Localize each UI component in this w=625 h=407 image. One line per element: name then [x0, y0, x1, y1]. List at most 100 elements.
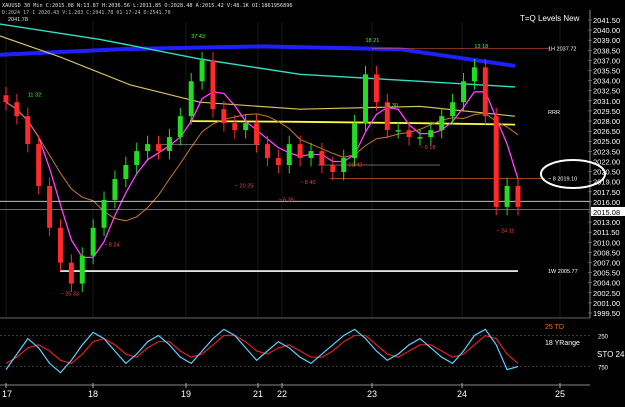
y-tick-label: 2017.50 — [593, 188, 620, 197]
right-level-label: RRR — [548, 110, 560, 116]
candle-body — [395, 130, 401, 132]
candle-body — [297, 144, 303, 159]
candle-body — [406, 130, 412, 138]
price-annotation: ~ 24 11 — [496, 229, 514, 235]
candle-body — [25, 116, 31, 145]
right-level-label: 1W 2005.77 — [548, 269, 578, 275]
y-tick-label: 2005.50 — [593, 269, 620, 278]
candle-body — [145, 144, 151, 152]
candle-body — [210, 60, 216, 110]
price-annotation: ~ 25 33 — [60, 291, 79, 297]
x-tick-label: 22 — [277, 389, 287, 399]
candle-body — [450, 102, 456, 117]
candle-body — [493, 116, 499, 207]
y-tick-label: 2025.00 — [593, 137, 620, 146]
candle-body — [90, 227, 96, 256]
price-chart: 11 32 37 43 18 21 13 18 ~ 25 33 ~ 20 25 ~ 8 40… — [0, 0, 625, 403]
candle-body — [308, 151, 314, 159]
candle-body — [471, 67, 477, 82]
price-annotation: 5 30 — [387, 103, 398, 109]
osc-tick-label: 250 — [598, 335, 609, 341]
candle-body — [123, 165, 129, 179]
candle-body — [112, 178, 118, 200]
y-tick-label: 2010.00 — [593, 238, 620, 247]
y-tick-label: 2035.50 — [593, 67, 620, 76]
y-tick-label: 2020.50 — [593, 168, 620, 177]
candle-body — [352, 123, 358, 159]
x-tick-label: 19 — [181, 389, 191, 399]
y-tick-label: 2008.50 — [593, 248, 620, 257]
y-tick-label: 2023.50 — [593, 147, 620, 156]
price-annotation: 13 18 — [474, 44, 488, 50]
price-annotation: ~ 8 24 — [104, 243, 119, 249]
x-tick-label: 24 — [457, 389, 467, 399]
candle-body — [199, 60, 205, 82]
osc-tick-label: 750 — [598, 366, 609, 372]
price-annotation: ~ 6 18 — [420, 145, 435, 151]
candle-body — [461, 81, 467, 103]
candle-body — [482, 67, 488, 117]
price-annotation: 18 21 — [365, 38, 379, 44]
y-tick-label: 2028.00 — [593, 117, 620, 126]
candle-body — [134, 151, 140, 166]
candle-body — [504, 185, 510, 207]
candle-body — [439, 116, 445, 131]
y-tick-label: 2032.50 — [593, 87, 620, 96]
y-tick-label: 2031.00 — [593, 97, 620, 106]
x-tick-label: 21 — [253, 389, 263, 399]
candle-body — [3, 95, 9, 103]
y-tick-label: 2026.50 — [593, 127, 620, 136]
candle-body — [264, 144, 270, 159]
candle-body — [319, 151, 325, 166]
candle-body — [57, 227, 63, 263]
candle-body — [188, 81, 194, 117]
candle-body — [330, 165, 336, 172]
candle-body — [428, 130, 434, 138]
candle-body — [14, 102, 20, 117]
price-annotation: 11 32 — [28, 93, 41, 99]
y-tick-label: 2034.00 — [593, 77, 620, 86]
candle-body — [275, 158, 281, 166]
y-tick-label: 2007.00 — [593, 258, 620, 267]
price-annotation: ~ 20 25 — [235, 183, 254, 189]
x-tick-label: 17 — [2, 389, 12, 399]
y-tick-label: 2041.50 — [593, 16, 620, 25]
y-tick-label: 2001.00 — [593, 299, 620, 308]
y-tick-label: 2004.00 — [593, 279, 620, 288]
price-annotation: 37 43 — [191, 34, 205, 40]
y-tick-label: 2013.00 — [593, 218, 620, 227]
x-tick-label: 23 — [367, 389, 377, 399]
candle-body — [101, 199, 107, 228]
price-annotation: ~ 19 42 — [344, 162, 363, 168]
y-tick-label: 2029.50 — [593, 107, 620, 116]
price-annotation: ~ 6 35 — [278, 197, 293, 203]
candle-body — [254, 123, 260, 145]
candle-body — [68, 262, 74, 284]
osc-legend-yrange: 18 YRange — [545, 340, 580, 347]
y-tick-label: 2037.00 — [593, 56, 620, 65]
right-level-label: ~ 8 2019.10 — [548, 176, 577, 182]
right-level-label: 1H 2037.72 — [548, 47, 576, 53]
candle-body — [515, 185, 521, 207]
candle-body — [286, 144, 292, 166]
x-tick-label: 18 — [88, 389, 98, 399]
candle-body — [36, 144, 42, 186]
y-tick-label: 2015.08 — [593, 208, 620, 217]
candle-body — [221, 109, 227, 124]
y-tick-label: 2011.50 — [593, 228, 620, 237]
candle-body — [362, 74, 368, 124]
candle-body — [417, 137, 423, 139]
candle-body — [79, 255, 85, 284]
x-tick-label: 25 — [555, 389, 565, 399]
y-tick-label: 1999.50 — [593, 309, 620, 318]
y-tick-label: 2002.50 — [593, 289, 620, 298]
candle-body — [166, 137, 172, 152]
top-price-label: 2041.78 — [8, 17, 28, 23]
osc-side-label: STO 24 — [597, 350, 625, 359]
candle-body — [156, 144, 162, 152]
candle-body — [232, 123, 238, 131]
osc-legend-25td: 25 TD — [545, 324, 564, 331]
chart-stage: 11 32 37 43 18 21 13 18 ~ 25 33 ~ 20 25 ~ 8 40… — [0, 0, 625, 403]
symbol-info: XAUUSD 30 Min C:2015.08 N:13.87 H:2036.5… — [2, 3, 292, 9]
candle-body — [47, 185, 53, 228]
